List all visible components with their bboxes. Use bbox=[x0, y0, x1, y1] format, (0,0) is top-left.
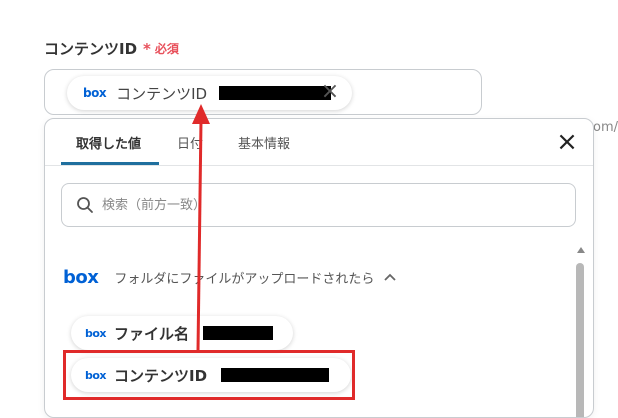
tab-acquired-values[interactable]: 取得した値 bbox=[76, 133, 141, 152]
close-icon[interactable]: × bbox=[320, 81, 340, 103]
search-input[interactable] bbox=[100, 196, 544, 214]
active-tab-indicator bbox=[61, 162, 159, 165]
redacted-value bbox=[203, 326, 274, 340]
box-logo-icon: box bbox=[85, 326, 107, 340]
value-item-file-name[interactable]: box ファイル名 bbox=[71, 316, 293, 350]
search-icon bbox=[77, 197, 93, 213]
trigger-section-header[interactable]: box フォルダにファイルがアップロードされたら bbox=[63, 265, 397, 289]
box-logo-icon: box bbox=[63, 266, 99, 288]
background-text-fragment: om/ bbox=[593, 120, 618, 135]
popup-scrollbar[interactable] bbox=[575, 247, 585, 417]
content-id-field-label: コンテンツID * 必須 bbox=[44, 38, 179, 59]
redacted-value bbox=[219, 86, 332, 100]
scroll-up-icon[interactable] bbox=[577, 247, 585, 253]
close-icon[interactable]: × bbox=[555, 129, 579, 155]
popup-tabs: 取得した値 日付 基本情報 bbox=[45, 119, 593, 166]
required-asterisk: * bbox=[143, 39, 151, 58]
content-id-token[interactable]: box コンテンツID × bbox=[67, 76, 352, 110]
annotation-highlight-box bbox=[63, 350, 355, 400]
value-picker-popup: 取得した値 日付 基本情報 × box フォルダにファイルがアップロードされたら… bbox=[44, 118, 594, 418]
item-label: ファイル名 bbox=[114, 324, 190, 343]
field-label-text: コンテンツID bbox=[44, 40, 138, 58]
tab-basic-info[interactable]: 基本情報 bbox=[238, 133, 290, 152]
scrollbar-thumb[interactable] bbox=[576, 263, 584, 417]
content-id-input[interactable]: box コンテンツID × bbox=[44, 69, 482, 115]
tab-date[interactable]: 日付 bbox=[177, 133, 203, 152]
chevron-up-icon[interactable] bbox=[384, 273, 397, 281]
search-field[interactable] bbox=[61, 183, 576, 227]
section-title: フォルダにファイルがアップロードされたら bbox=[114, 271, 375, 287]
token-label: コンテンツID bbox=[116, 84, 208, 103]
required-label: 必須 bbox=[154, 42, 179, 56]
box-logo-icon: box bbox=[83, 86, 107, 100]
